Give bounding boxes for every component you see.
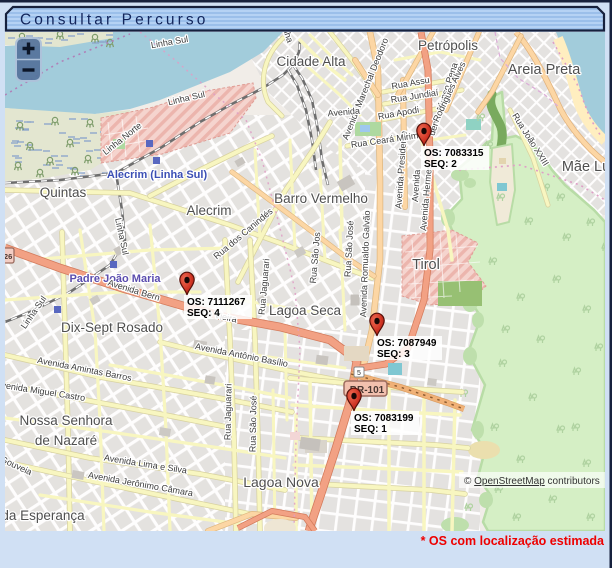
svg-text:SEQ: 2: SEQ: 2 <box>424 159 457 170</box>
svg-text:5: 5 <box>357 370 361 377</box>
svg-text:SEQ: 4: SEQ: 4 <box>187 308 220 319</box>
svg-text:Barro Vermelho: Barro Vermelho <box>274 191 368 206</box>
svg-text:OS: 7083315: OS: 7083315 <box>424 148 484 159</box>
svg-text:Alecrim: Alecrim <box>186 203 231 218</box>
svg-text:© OpenStreetMap contributors: © OpenStreetMap contributors <box>464 476 600 487</box>
svg-text:Cidade Alta: Cidade Alta <box>276 54 346 69</box>
svg-text:OS: 7111267: OS: 7111267 <box>187 297 246 308</box>
svg-text:SEQ: 3: SEQ: 3 <box>377 349 410 360</box>
svg-text:da Esperança: da Esperança <box>1 508 85 523</box>
svg-text:Areia Preta: Areia Preta <box>508 62 581 78</box>
svg-text:Petrópolis: Petrópolis <box>418 38 478 53</box>
svg-text:OS: 7083199: OS: 7083199 <box>354 413 414 424</box>
svg-text:de Nazaré: de Nazaré <box>35 433 97 448</box>
svg-text:Tirol: Tirol <box>412 257 440 273</box>
svg-text:Lagoa Nova: Lagoa Nova <box>243 474 319 490</box>
svg-text:* OS com localização estimada: * OS com localização estimada <box>421 534 605 548</box>
svg-text:Nossa Senhora: Nossa Senhora <box>19 413 113 428</box>
svg-text:Quintas: Quintas <box>40 185 87 200</box>
svg-text:Rua Jaguarari: Rua Jaguarari <box>223 384 234 441</box>
svg-text:SEQ: 1: SEQ: 1 <box>354 424 387 435</box>
svg-text:Consultar Percurso: Consultar Percurso <box>20 12 208 29</box>
svg-text:Lagoa Seca: Lagoa Seca <box>269 303 342 318</box>
svg-text:Rua São José: Rua São José <box>248 396 259 453</box>
svg-text:OS: 7087949: OS: 7087949 <box>377 338 437 349</box>
svg-text:Dix-Sept Rosado: Dix-Sept Rosado <box>61 320 163 335</box>
svg-text:Alecrim (Linha Sul): Alecrim (Linha Sul) <box>107 169 208 181</box>
svg-text:Mãe Lu: Mãe Lu <box>562 159 610 175</box>
